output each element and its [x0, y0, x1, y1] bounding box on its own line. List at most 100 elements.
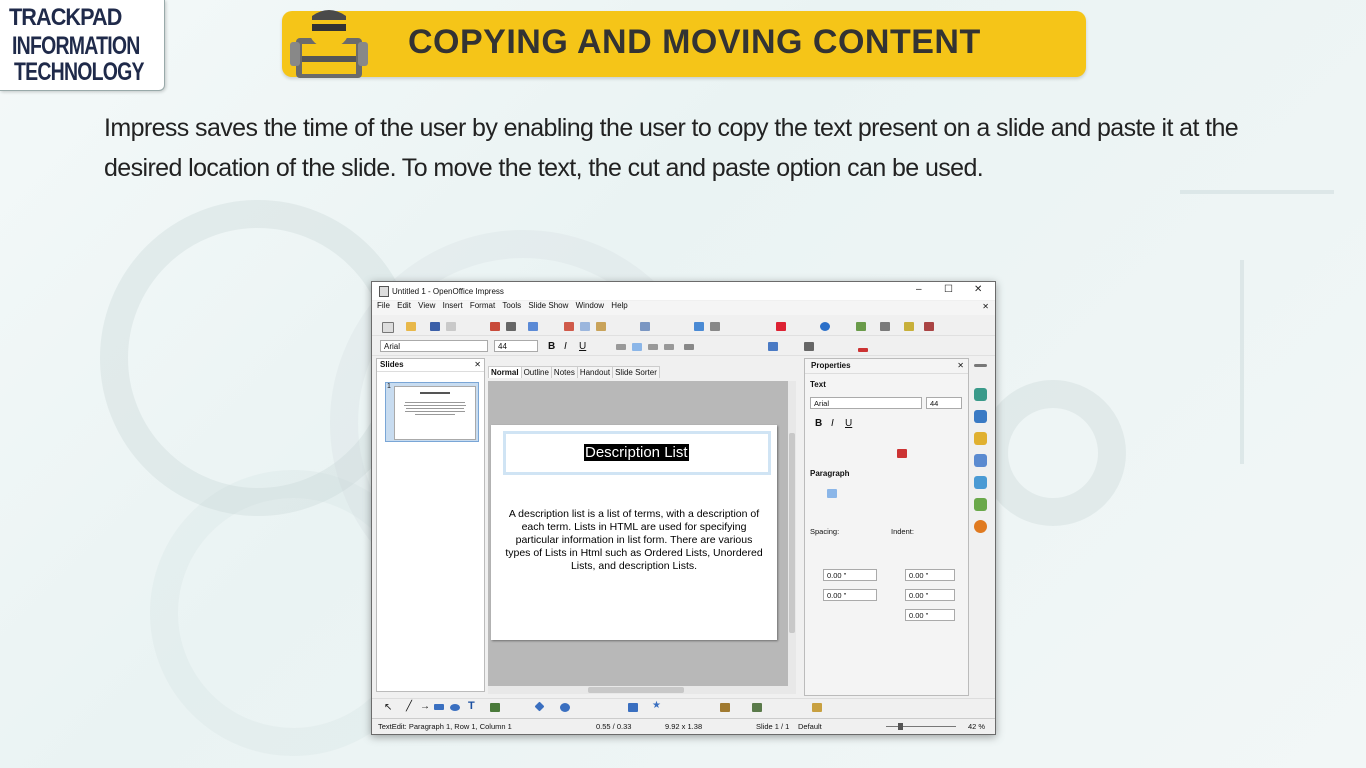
sidebar-master-slides-icon[interactable]: [974, 410, 987, 423]
extrusion-icon[interactable]: [812, 703, 822, 712]
align-right-icon[interactable]: [648, 344, 658, 350]
print-icon[interactable]: [506, 322, 516, 331]
minimize-button[interactable]: –: [916, 284, 922, 295]
menu-window[interactable]: Window: [576, 301, 604, 310]
properties-italic-button[interactable]: I: [831, 418, 834, 429]
sidebar-properties-icon[interactable]: [974, 388, 987, 401]
curve-icon[interactable]: [490, 703, 500, 712]
close-button[interactable]: ✕: [974, 284, 982, 295]
open-icon[interactable]: [406, 322, 416, 331]
justify-icon[interactable]: [664, 344, 674, 350]
font-size-box[interactable]: 44: [494, 340, 538, 352]
menu-help[interactable]: Help: [611, 301, 627, 310]
spacing-above-field[interactable]: 0.00 ": [823, 569, 877, 581]
properties-font-color-icon[interactable]: [897, 449, 907, 458]
menu-tools[interactable]: Tools: [502, 301, 521, 310]
menu-file[interactable]: File: [377, 301, 390, 310]
save-icon[interactable]: [430, 322, 440, 331]
properties-underline-button[interactable]: U: [845, 418, 852, 429]
navigator-icon[interactable]: [776, 322, 786, 331]
menu-format[interactable]: Format: [470, 301, 495, 310]
email-icon[interactable]: [446, 322, 456, 331]
align-left-icon[interactable]: [616, 344, 626, 350]
maximize-button[interactable]: ☐: [944, 284, 953, 295]
indent-after-field[interactable]: 0.00 ": [905, 589, 955, 601]
menu-insert[interactable]: Insert: [443, 301, 463, 310]
new-icon[interactable]: [382, 322, 394, 333]
master-slide-icon[interactable]: [904, 322, 914, 331]
chart-icon[interactable]: [694, 322, 704, 331]
sidebar-transition-icon[interactable]: [974, 454, 987, 467]
font-name-box[interactable]: Arial: [380, 340, 488, 352]
increase-indent-icon[interactable]: [768, 342, 778, 351]
copy-icon[interactable]: [580, 322, 590, 331]
table-icon[interactable]: [710, 322, 720, 331]
italic-button[interactable]: I: [564, 341, 567, 352]
tab-slide-sorter[interactable]: Slide Sorter: [612, 366, 660, 378]
image-icon[interactable]: [752, 703, 762, 712]
sidebar-styles-icon[interactable]: [974, 476, 987, 489]
title-placeholder[interactable]: Description List: [503, 431, 771, 475]
font-color-icon[interactable]: [858, 348, 868, 352]
symbol-shapes-icon[interactable]: [560, 703, 570, 712]
properties-bold-button[interactable]: B: [815, 418, 822, 429]
sidebar-animation-icon[interactable]: [974, 432, 987, 445]
zoom-slider[interactable]: [886, 723, 956, 730]
select-icon[interactable]: ↖: [384, 702, 392, 713]
horizontal-scrollbar[interactable]: [488, 686, 796, 694]
ellipse-icon[interactable]: [450, 704, 460, 711]
menu-view[interactable]: View: [418, 301, 435, 310]
slide-body-text[interactable]: A description list is a list of terms, w…: [505, 508, 763, 573]
underline-button[interactable]: U: [579, 341, 586, 352]
slides-panel-close-icon[interactable]: ✕: [474, 360, 481, 369]
cut-icon[interactable]: [564, 322, 574, 331]
properties-close-icon[interactable]: ✕: [957, 361, 964, 370]
properties-font-box[interactable]: Arial: [810, 397, 922, 409]
callouts-icon[interactable]: [628, 703, 638, 712]
properties-align-center-icon[interactable]: [827, 489, 837, 498]
bullets-icon[interactable]: [684, 344, 694, 350]
tab-outline[interactable]: Outline: [520, 366, 552, 378]
line-spacing-icon[interactable]: [804, 342, 814, 351]
paste-icon[interactable]: [596, 322, 606, 331]
rectangle-icon[interactable]: [434, 704, 444, 710]
sidebar-gallery-icon[interactable]: [974, 498, 987, 511]
sidebar-navigator-icon[interactable]: [974, 520, 987, 533]
text-section-header[interactable]: Text: [810, 380, 826, 389]
menu-slide-show[interactable]: Slide Show: [528, 301, 568, 310]
sidebar-menu-icon[interactable]: [974, 364, 987, 367]
help-icon[interactable]: [820, 322, 830, 331]
stars-icon[interactable]: ★: [652, 700, 661, 711]
menu-edit[interactable]: Edit: [397, 301, 411, 310]
slide-canvas[interactable]: Description List A description list is a…: [491, 425, 777, 640]
first-line-indent-field[interactable]: 0.00 ": [905, 609, 955, 621]
spacing-below-field[interactable]: 0.00 ": [823, 589, 877, 601]
text-tool-icon[interactable]: T: [468, 700, 475, 712]
tab-notes[interactable]: Notes: [550, 366, 578, 378]
vertical-scrollbar[interactable]: [788, 381, 796, 686]
properties-size-box[interactable]: 44: [926, 397, 962, 409]
slide-layout-icon[interactable]: [880, 322, 890, 331]
slide-icon[interactable]: [856, 322, 866, 331]
paragraph-section-header[interactable]: Paragraph: [810, 469, 850, 478]
pdf-icon[interactable]: [490, 322, 500, 331]
fontwork-icon[interactable]: [720, 703, 730, 712]
window-titlebar[interactable]: Untitled 1 - OpenOffice Impress – ☐ ✕: [372, 282, 995, 300]
arrow-icon[interactable]: →: [420, 701, 430, 712]
line-icon[interactable]: ╱: [406, 701, 412, 712]
spellcheck-icon[interactable]: [528, 322, 538, 331]
doc-close-icon[interactable]: ✕: [982, 302, 989, 311]
tab-handout[interactable]: Handout: [576, 366, 614, 378]
presentation-icon[interactable]: [924, 322, 934, 331]
bold-button[interactable]: B: [548, 341, 555, 352]
indent-before-field[interactable]: 0.00 ": [905, 569, 955, 581]
tab-normal[interactable]: Normal: [488, 366, 522, 378]
slide-thumbnail[interactable]: 1: [385, 382, 479, 442]
basic-shapes-icon[interactable]: [534, 701, 545, 712]
status-bar: TextEdit: Paragraph 1, Row 1, Column 1 0…: [372, 718, 995, 734]
undo-icon[interactable]: [640, 322, 650, 331]
window-title: Untitled 1 - OpenOffice Impress: [392, 287, 504, 296]
status-zoom[interactable]: 42 %: [968, 722, 985, 731]
slide-title[interactable]: Description List: [584, 444, 689, 461]
align-center-icon[interactable]: [632, 343, 642, 351]
